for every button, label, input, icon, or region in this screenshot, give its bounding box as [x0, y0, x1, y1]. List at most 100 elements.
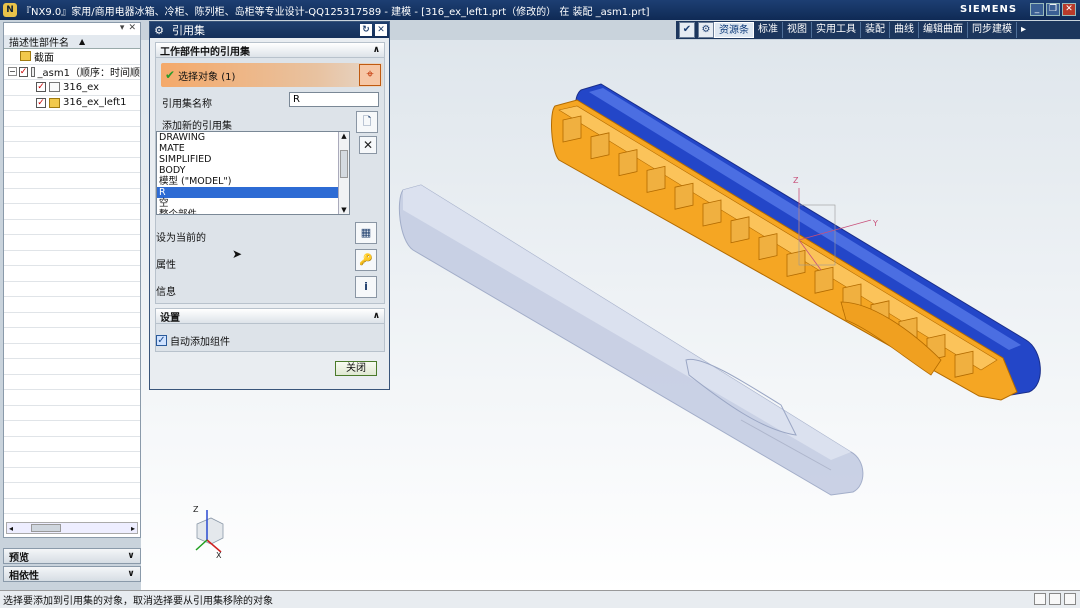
tree-row-asm1[interactable]: − ✓ _asm1（顺序：时间顺 [4, 65, 140, 80]
navigator-horizontal-scrollbar[interactable]: ◂ ▸ [6, 522, 138, 534]
dependency-panel-header[interactable]: 相依性 ∨ [3, 566, 141, 582]
empty-row [4, 483, 140, 499]
set-current-label: 设为当前的 [156, 233, 206, 244]
folder-icon [20, 51, 31, 62]
reference-set-item[interactable]: R [157, 187, 349, 198]
close-icon[interactable]: ✕ [128, 23, 136, 35]
tab-edit-surface[interactable]: 编辑曲面 [919, 22, 968, 38]
visibility-checkbox[interactable]: ✓ [36, 82, 46, 93]
visibility-checkbox[interactable]: ✓ [36, 97, 46, 108]
ref-name-input[interactable] [289, 92, 379, 107]
minimize-icon[interactable]: _ [1030, 3, 1044, 16]
scroll-thumb[interactable] [340, 150, 348, 178]
empty-row [4, 266, 140, 282]
auto-add-row[interactable]: ✓ 自动添加组件 [156, 333, 230, 348]
select-object-row[interactable]: ✔ 选择对象 (1) ⌖ [161, 63, 383, 87]
section-header-work-part[interactable]: 工作部件中的引用集 ∧ [155, 42, 385, 58]
chevron-up-icon[interactable]: ∧ [373, 45, 380, 55]
mouse-cursor-icon: ➤ [232, 247, 243, 261]
chevron-down-icon[interactable]: ▾ [120, 23, 125, 35]
sort-ascending-icon: ▲ [79, 37, 86, 46]
reset-icon[interactable]: ↻ [360, 24, 372, 36]
gear-icon[interactable]: ⚙ [698, 22, 714, 38]
triad-axis-z: Z [193, 505, 199, 514]
tree-row-316-ex-left1[interactable]: ✓ 316_ex_left1 [4, 96, 140, 111]
close-button[interactable]: 关闭 [335, 361, 377, 376]
auto-add-checkbox[interactable]: ✓ [156, 335, 167, 346]
gear-icon[interactable]: ⚙ [152, 24, 166, 37]
tree-row-section[interactable]: 截面 [4, 49, 140, 65]
reference-set-item[interactable]: 整个部件 [157, 209, 349, 214]
empty-row [4, 173, 140, 189]
tab-curve[interactable]: 曲线 [890, 22, 919, 38]
section-header-settings[interactable]: 设置 ∧ [155, 308, 385, 324]
scroll-thumb[interactable] [31, 524, 62, 532]
tab-standard[interactable]: 标准 [754, 22, 783, 38]
orange-rib [618, 149, 638, 177]
orange-rib [674, 182, 694, 210]
orange-rib [730, 216, 750, 244]
chevron-down-icon[interactable]: ∨ [125, 568, 137, 580]
status-icon-b[interactable] [1049, 593, 1061, 605]
delete-icon[interactable]: ✕ [359, 136, 377, 154]
reference-set-item[interactable]: MATE [157, 143, 349, 154]
reference-set-dialog: ⚙ 引用集 ↻ ✕ 工作部件中的引用集 ∧ ✔ 选择对象 (1) ⌖ 引用集名称… [149, 21, 390, 390]
siemens-brand: SIEMENS [960, 4, 1018, 15]
new-reference-set-icon[interactable]: 🗋 [356, 111, 378, 133]
add-new-label: 添加新的引用集 [162, 121, 232, 132]
reference-set-item[interactable]: DRAWING [157, 132, 349, 143]
nx-app-icon[interactable]: N [3, 3, 17, 17]
reference-set-list[interactable]: DRAWING MATE SIMPLIFIED BODY 模型 ("MODEL") R 空整… [156, 131, 350, 215]
status-icon-a[interactable] [1034, 593, 1046, 605]
reference-set-item[interactable]: 空 [157, 198, 349, 209]
view-fit-icon[interactable]: ✔ [679, 22, 695, 38]
empty-row [4, 452, 140, 468]
reference-set-item[interactable]: BODY [157, 165, 349, 176]
toolbar-more-icon[interactable]: ▸ [1017, 22, 1030, 38]
tab-resource-bar[interactable]: 资源条 [714, 22, 754, 38]
scroll-down-icon[interactable]: ▼ [339, 206, 349, 214]
preview-panel-header[interactable]: 预览 ∨ [3, 548, 141, 564]
scroll-up-icon[interactable]: ▲ [339, 132, 349, 140]
scene-axis-y: Y [872, 219, 878, 228]
chevron-up-icon[interactable]: ∧ [373, 311, 380, 321]
window-title: 『NX9.0』家用/商用电器冰箱、冷柜、陈列柜、岛柜等专业设计-QQ125317… [21, 6, 650, 18]
crosshair-icon[interactable]: ⌖ [359, 64, 381, 86]
tab-assembly[interactable]: 装配 [861, 22, 890, 38]
chevron-down-icon[interactable]: ∨ [125, 550, 137, 562]
empty-row [4, 251, 140, 266]
tree-row-316-ex[interactable]: ✓ 316_ex [4, 80, 140, 96]
scroll-right-icon[interactable]: ▸ [131, 524, 135, 533]
close-window-icon[interactable]: ✕ [1062, 3, 1076, 16]
navigator-column-header[interactable]: 描述性部件名 ▲ [4, 35, 140, 49]
tab-utilities[interactable]: 实用工具 [812, 22, 861, 38]
close-icon[interactable]: ✕ [375, 24, 387, 36]
empty-row [4, 390, 140, 406]
tab-view[interactable]: 视图 [783, 22, 812, 38]
list-vertical-scrollbar[interactable]: ▲ ▼ [338, 132, 349, 214]
reference-set-item[interactable]: SIMPLIFIED [157, 154, 349, 165]
properties-icon[interactable]: 🔑 [355, 249, 377, 271]
empty-row [4, 189, 140, 204]
visibility-checkbox[interactable]: ✓ [18, 66, 29, 77]
empty-row [4, 468, 140, 483]
orange-rib [954, 350, 974, 378]
empty-row [4, 344, 140, 359]
collapse-icon[interactable]: − [8, 67, 17, 77]
info-label: 信息 [156, 287, 176, 298]
reference-set-item[interactable]: 模型 ("MODEL") [157, 176, 349, 187]
tab-sync-modeling[interactable]: 同步建模 [968, 22, 1017, 38]
set-current-icon[interactable]: ▦ [355, 222, 377, 244]
restore-icon[interactable]: ❐ [1046, 3, 1060, 16]
empty-row [4, 235, 140, 251]
empty-row [4, 437, 140, 452]
status-icon-c[interactable] [1064, 593, 1076, 605]
dialog-title-bar[interactable]: ⚙ 引用集 ↻ ✕ [150, 22, 389, 38]
work-part-icon [49, 97, 60, 108]
orange-rib [590, 132, 610, 160]
info-icon[interactable]: i [355, 276, 377, 298]
ribbon-toolbar: ✔ ⚙ 资源条 标准 视图 实用工具 装配 曲线 编辑曲面 同步建模 ▸ [676, 21, 1080, 39]
scene-axis-z: Z [793, 176, 799, 185]
ref-name-label: 引用集名称 [162, 99, 212, 110]
scroll-left-icon[interactable]: ◂ [9, 524, 13, 533]
